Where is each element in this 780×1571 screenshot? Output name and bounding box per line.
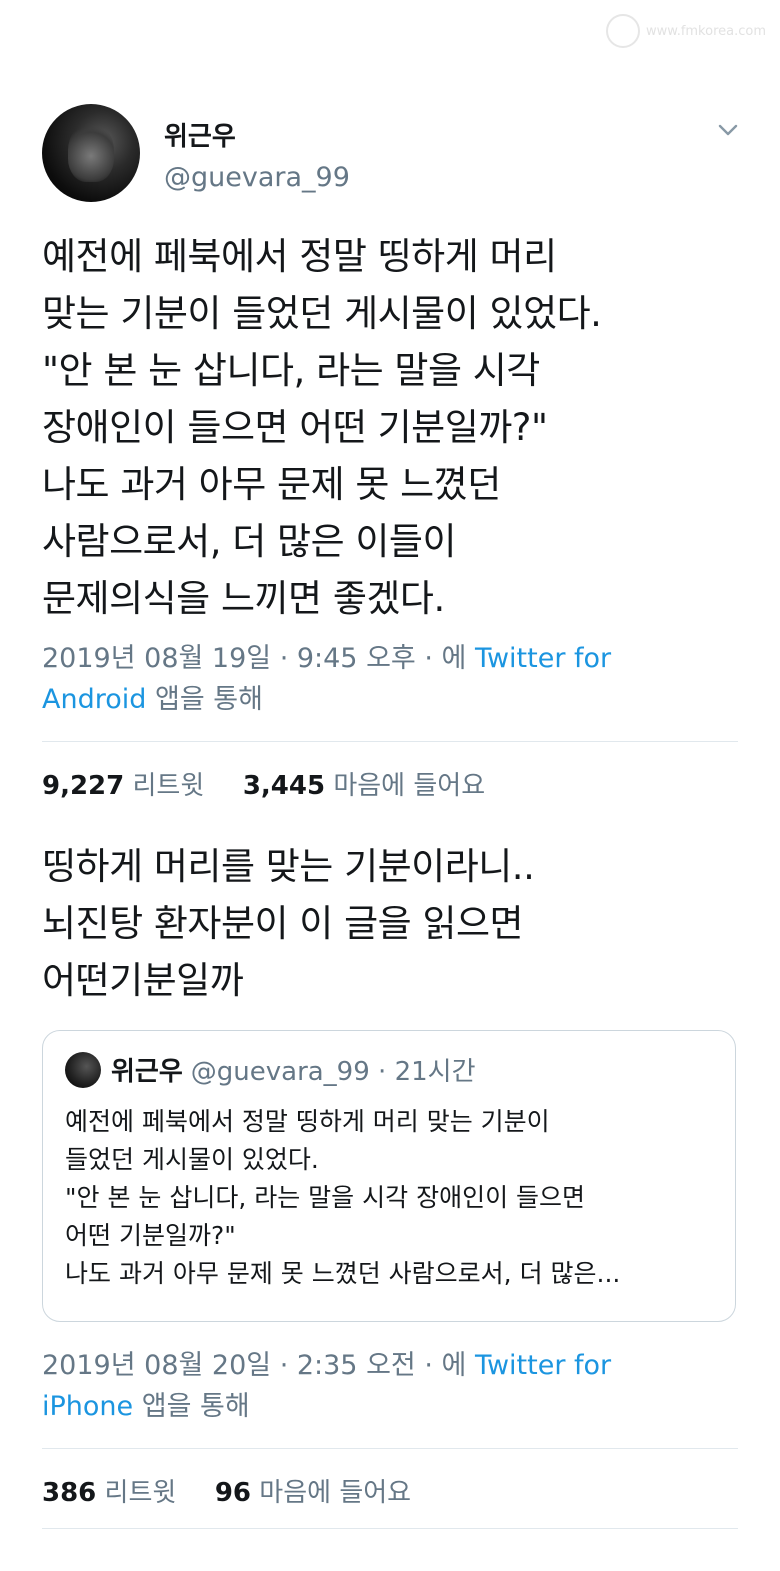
quoted-author-name: 위근우 <box>111 1057 183 1087</box>
tweet-timestamp: 2019년 08월 19일 · 9:45 오후 · 에 Twitter for … <box>42 638 732 720</box>
source-suffix: 앱을 통해 <box>146 684 263 715</box>
reply-text: 띵하게 머리를 맞는 기분이라니.. 뇌진탕 환자분이 이 글을 읽으면 어떤기… <box>42 845 535 1002</box>
reply-date: 2019년 08월 20일 · 2:35 오전 · 에 <box>42 1350 475 1381</box>
like-count[interactable]: 3,445 <box>243 771 325 801</box>
tweet-stats: 9,227 리트윗 3,445 마음에 들어요 <box>42 765 485 802</box>
watermark-text: www.fmkorea.com <box>645 23 766 39</box>
watermark: www.fmkorea.com <box>605 14 766 48</box>
author-name[interactable]: 위근우 <box>164 116 236 153</box>
reply-source-link-platform[interactable]: iPhone <box>42 1391 133 1422</box>
quoted-avatar <box>65 1051 101 1088</box>
reply-timestamp: 2019년 08월 20일 · 2:35 오전 · 에 Twitter for … <box>42 1345 732 1427</box>
reply-like-label[interactable]: 마음에 들어요 <box>259 1478 411 1508</box>
quoted-tweet-text: 예전에 페북에서 정말 띵하게 머리 맞는 기분이 들었던 게시물이 있었다. … <box>65 1107 621 1288</box>
quoted-tweet[interactable]: 위근우 @guevara_99 · 21시간 예전에 페북에서 정말 띵하게 머… <box>42 1030 736 1322</box>
quoted-tweet-header: 위근우 @guevara_99 · 21시간 <box>65 1051 476 1088</box>
divider <box>42 1528 738 1529</box>
tweet-header: 위근우 @guevara_99 <box>42 104 742 204</box>
like-label[interactable]: 마음에 들어요 <box>333 771 485 801</box>
source-link[interactable]: Twitter for <box>475 643 611 674</box>
source-link-platform[interactable]: Android <box>42 684 146 715</box>
reply-source-link[interactable]: Twitter for <box>475 1350 611 1381</box>
reply-retweet-count[interactable]: 386 <box>42 1478 96 1508</box>
avatar[interactable] <box>42 104 140 202</box>
author-handle[interactable]: @guevara_99 <box>164 162 350 193</box>
retweet-count[interactable]: 9,227 <box>42 771 124 801</box>
reply-like-count[interactable]: 96 <box>215 1478 251 1508</box>
reply-retweet-label[interactable]: 리트윗 <box>105 1478 177 1508</box>
tweet-text: 예전에 페북에서 정말 띵하게 머리 맞는 기분이 들었던 게시물이 있었다. … <box>42 235 602 620</box>
divider <box>42 741 738 742</box>
chevron-down-icon[interactable] <box>714 116 742 144</box>
reply-source-suffix: 앱을 통해 <box>133 1391 250 1422</box>
reply-stats: 386 리트윗 96 마음에 들어요 <box>42 1472 411 1509</box>
retweet-label[interactable]: 리트윗 <box>133 771 205 801</box>
watermark-logo-icon <box>605 14 640 48</box>
divider <box>42 1448 738 1449</box>
quoted-author-handle: @guevara_99 · 21시간 <box>190 1057 476 1087</box>
tweet-date: 2019년 08월 19일 · 9:45 오후 · 에 <box>42 643 475 674</box>
